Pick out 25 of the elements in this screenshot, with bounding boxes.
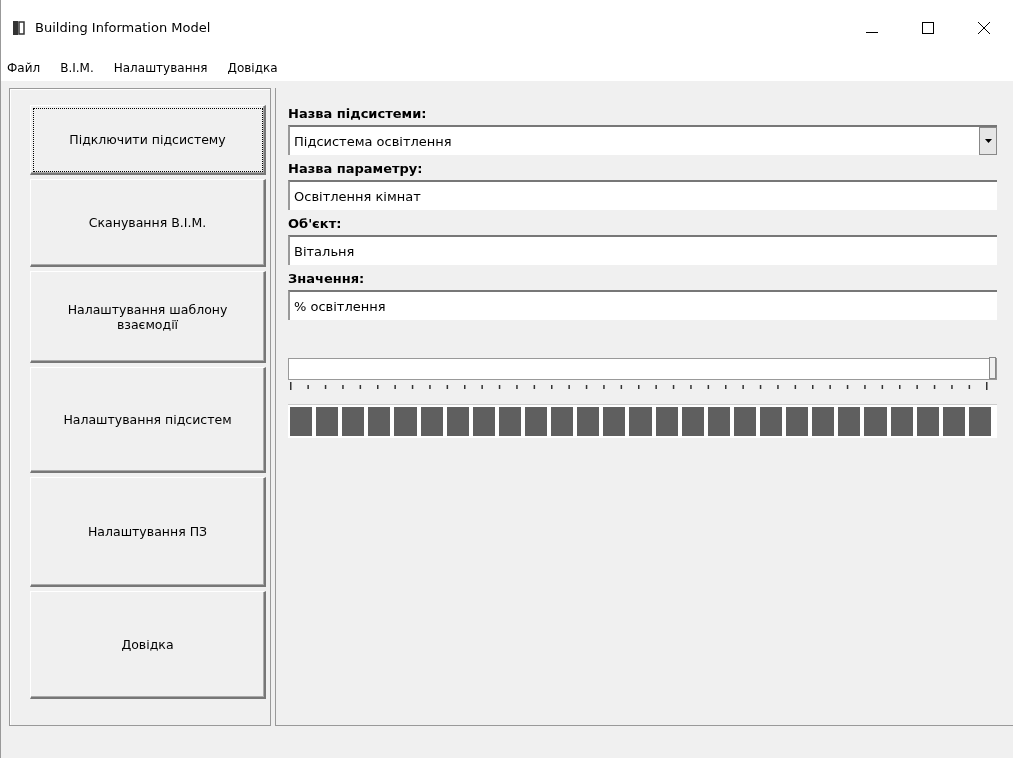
sidebar-button[interactable]: Підключити підсистему bbox=[30, 105, 266, 175]
menu-item[interactable]: В.І.М. bbox=[58, 61, 96, 75]
sidebar-button[interactable]: Довідка bbox=[30, 591, 266, 699]
window-title: Building Information Model bbox=[35, 20, 212, 35]
menu-item[interactable]: Налаштування bbox=[111, 61, 210, 75]
field-label: Назва підсистеми: bbox=[288, 106, 428, 121]
sidebar-button[interactable]: Налаштування підсистем bbox=[30, 367, 266, 473]
field-label: Назва параметру: bbox=[288, 161, 424, 176]
slider-track[interactable] bbox=[288, 358, 997, 380]
input-field[interactable]: Вітальня bbox=[288, 235, 997, 265]
app-icon bbox=[13, 20, 25, 35]
field-label: Об'єкт: bbox=[288, 216, 343, 231]
sidebar-button[interactable]: Налаштування ПЗ bbox=[30, 477, 266, 587]
input-field[interactable]: % освітлення bbox=[288, 290, 997, 320]
field-label: Значення: bbox=[288, 271, 366, 286]
minimize-icon bbox=[866, 32, 878, 33]
menu-item[interactable]: Довідка bbox=[225, 61, 280, 75]
sidebar-button[interactable]: Сканування В.І.М. bbox=[30, 179, 266, 267]
slider-thumb[interactable] bbox=[989, 357, 996, 379]
close-icon bbox=[978, 21, 990, 34]
menu-item[interactable]: Файл bbox=[5, 61, 43, 75]
dropdown-field[interactable]: Підсистема освітлення bbox=[288, 125, 997, 155]
maximize-icon bbox=[922, 21, 934, 34]
input-field[interactable]: Освітлення кімнат bbox=[288, 180, 997, 210]
sidebar-button[interactable]: Налаштування шаблону взаємодії bbox=[30, 271, 266, 363]
